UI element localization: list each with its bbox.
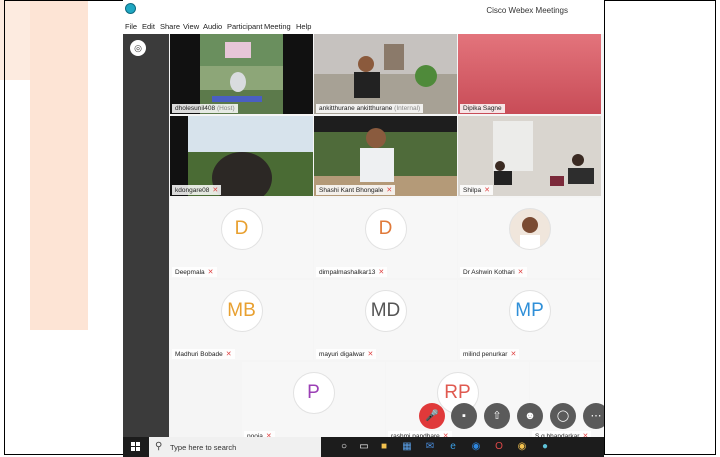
avatar: D [364, 208, 407, 250]
participant-tile[interactable]: D dimpalmashalkar13 ✕ [314, 198, 457, 278]
participant-tag: (Internal) [394, 105, 421, 112]
participant-tile[interactable]: kdongare08 ✕ [170, 116, 313, 196]
video-feed [360, 128, 394, 182]
person-icon[interactable]: ☻ [517, 403, 543, 429]
participant-tile[interactable]: Dr Ashwin Kothari ✕ [458, 198, 601, 278]
meeting-info-icon[interactable]: ◎ [130, 40, 146, 56]
store-icon[interactable]: ▦ [400, 440, 414, 454]
menu-view[interactable]: View [183, 22, 199, 31]
menu-edit[interactable]: Edit [142, 22, 155, 31]
menu-bar: File Edit Share View Audio Participant M… [123, 20, 604, 34]
participant-tile[interactable]: Shashi Kant Bhongale ✕ [314, 116, 457, 196]
participant-tag: (Host) [216, 105, 235, 112]
task-view-icon[interactable]: ▭ [357, 440, 371, 454]
cortana-icon[interactable]: ○ [337, 440, 351, 454]
search-placeholder: Type here to search [170, 443, 237, 452]
participant-tile[interactable]: MB Madhuri Bobade ✕ [170, 280, 313, 360]
participant-name: kdongare08 [175, 187, 210, 194]
table-divider [604, 0, 605, 455]
opera-icon[interactable]: O [492, 440, 506, 454]
participant-name: milind penurkar [463, 351, 508, 358]
avatar: MB [220, 290, 263, 332]
chat-icon[interactable]: ◯ [550, 403, 576, 429]
muted-microphone-icon: ✕ [484, 187, 490, 194]
participant-name: Dipika Sagne [460, 104, 505, 113]
muted-microphone-icon: ✕ [225, 351, 232, 358]
participant-name: dimpalmashalkar13 [319, 269, 376, 276]
participant-name: Deepmala [175, 269, 205, 276]
menu-file[interactable]: File [125, 22, 137, 31]
windows-start-icon[interactable] [131, 442, 141, 452]
webex-window: Cisco Webex Meetings File Edit Share Vie… [123, 0, 604, 457]
participant-name: dholesunil408 [175, 105, 216, 112]
muted-microphone-icon: ✕ [207, 269, 214, 276]
participant-name: Shashi Kant Bhongale [319, 187, 384, 194]
browser-icon[interactable]: ◉ [469, 440, 483, 454]
person-photo [519, 217, 540, 249]
title-bar: Cisco Webex Meetings [123, 0, 604, 20]
chrome-icon[interactable]: ◉ [515, 440, 529, 454]
file-explorer-icon[interactable]: ■ [377, 440, 391, 454]
camera-icon[interactable]: ▪ [451, 403, 477, 429]
muted-microphone-icon: ✕ [212, 187, 219, 194]
participant-grid: dholesunil408 (Host) ankitthurane ankitt… [169, 34, 604, 442]
left-rail: ◎ [123, 34, 169, 437]
participant-tile[interactable]: dholesunil408 (Host) [170, 34, 313, 114]
participant-name: mayuri digalwar [319, 351, 365, 358]
participant-tile[interactable]: D Deepmala ✕ [170, 198, 313, 278]
participant-tile[interactable]: SI S g bhandarkar✕ [530, 362, 604, 442]
menu-share[interactable]: Share [160, 22, 180, 31]
window-title: Cisco Webex Meetings [486, 6, 568, 15]
participant-tile[interactable]: P pooja✕ [242, 362, 385, 442]
participant-tile[interactable]: ankitthurane ankitthurane (Internal) [314, 34, 457, 114]
participant-name: ankitthurane ankitthurane [319, 105, 393, 112]
muted-microphone-icon: ✕ [367, 351, 374, 358]
muted-microphone-icon: ✕ [386, 187, 393, 194]
video-feed [493, 121, 594, 186]
muted-microphone-icon: ✕ [517, 269, 524, 276]
muted-microphone-icon: ✕ [378, 269, 385, 276]
participant-tile[interactable]: Dipika Sagne [458, 34, 601, 114]
webex-logo-icon [125, 3, 136, 14]
video-feed [170, 116, 272, 196]
more-icon[interactable]: ⋯ [583, 403, 604, 429]
avatar-photo [508, 208, 551, 250]
participant-name: Madhuri Bobade [175, 351, 223, 358]
avatar: MD [364, 290, 407, 332]
video-feed [354, 44, 437, 98]
participant-name: Dr Ashwin Kothari [463, 269, 515, 276]
participant-tile[interactable]: RP rashmi pandhare✕ [386, 362, 529, 442]
edge-icon[interactable]: e [446, 440, 460, 454]
participant-tile[interactable]: Shilpa ✕ [458, 116, 601, 196]
avatar: MP [508, 290, 551, 332]
menu-help[interactable]: Help [296, 22, 311, 31]
participant-name: Shilpa [463, 187, 482, 194]
search-icon: ⚲ [155, 441, 163, 452]
muted-microphone-icon: ✕ [510, 351, 517, 358]
avatar: D [220, 208, 263, 250]
menu-meeting[interactable]: Meeting [264, 22, 291, 31]
participant-tile[interactable]: MD mayuri digalwar ✕ [314, 280, 457, 360]
menu-audio[interactable]: Audio [203, 22, 222, 31]
participant-tile[interactable]: MP milind penurkar ✕ [458, 280, 601, 360]
menu-participant[interactable]: Participant [227, 22, 262, 31]
video-feed [170, 34, 313, 114]
taskbar-search[interactable]: ⚲ Type here to search [149, 437, 321, 457]
windows-taskbar: ⚲ Type here to search ○ ▭ ■ ▦ ✉ e ◉ O ◉ … [123, 437, 604, 457]
avatar: P [292, 372, 335, 414]
share-icon[interactable]: ⇧ [484, 403, 510, 429]
mail-icon[interactable]: ✉ [423, 440, 437, 454]
webex-taskbar-icon[interactable]: ● [538, 440, 552, 454]
microphone-icon[interactable]: 🎤 [419, 403, 445, 429]
